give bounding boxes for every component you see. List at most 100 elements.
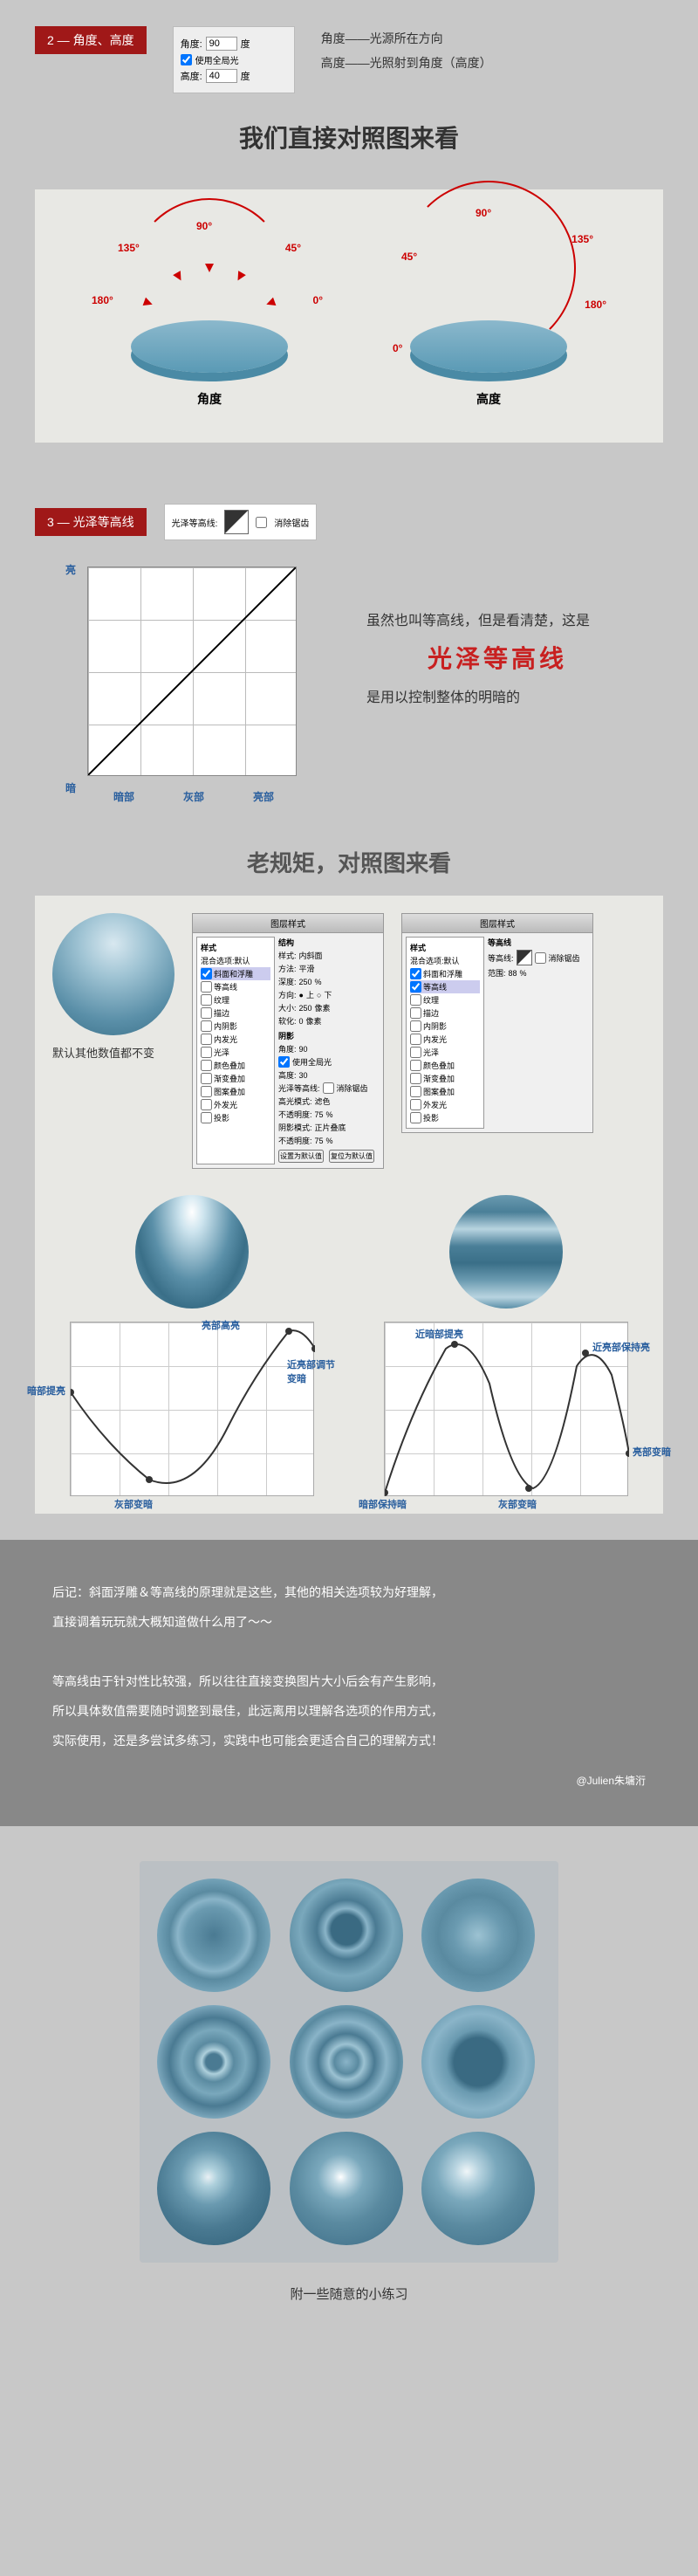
angle-0: 0° xyxy=(313,294,323,306)
final-section: 附一些随意的小练习 xyxy=(0,1826,698,2338)
footer-p4: 所以具体数值需要随时调整到最佳，此远离用以理解各选项的作用方式， xyxy=(52,1699,646,1723)
diagram-height-caption: 高度 xyxy=(476,390,501,408)
height-input[interactable] xyxy=(206,69,237,83)
list-item[interactable]: 外发光 xyxy=(410,1098,480,1111)
list-item[interactable]: 描边 xyxy=(201,1006,270,1020)
footer-p1: 后记：斜面浮雕＆等高线的原理就是这些，其他的相关选项较为好理解， xyxy=(52,1580,646,1604)
dialog-title: 图层样式 xyxy=(193,914,383,933)
diagram-angle-caption: 角度 xyxy=(197,390,222,408)
section-contour: 3 — 光泽等高线 光泽等高线: 消除锯齿 亮 暗 暗部 灰部 亮部 虽然也叫等… xyxy=(0,477,698,820)
list-item[interactable]: 纹理 xyxy=(201,993,270,1006)
list-item[interactable]: 混合选项:默认 xyxy=(201,954,270,967)
knob xyxy=(157,1879,270,1992)
knob xyxy=(157,2132,270,2245)
angle-height-panel: 角度: 度 使用全局光 高度: 度 xyxy=(173,26,295,93)
contour-chart xyxy=(87,567,297,776)
sphere-default xyxy=(52,913,174,1035)
anno: 近亮部保持亮 xyxy=(592,1340,662,1354)
global-light-label: 使用全局光 xyxy=(195,53,239,66)
list-item[interactable]: 描边 xyxy=(410,1006,480,1020)
angle-90: 90° xyxy=(196,220,212,232)
curve-example-b: 暗部保持暗 近暗部提亮 灰部变暗 近亮部保持亮 亮部变暗 xyxy=(366,1195,646,1496)
anno: 亮部变暗 xyxy=(633,1445,671,1459)
diagram-panel: 0° 45° 90° 135° 180° 角度 0° 45° 90° 135° … xyxy=(35,189,663,443)
contour-label: 光泽等高线: xyxy=(172,516,218,529)
list-item[interactable]: 外发光 xyxy=(201,1098,270,1111)
list-item[interactable]: 等高线 xyxy=(410,980,480,993)
knob xyxy=(157,2005,270,2119)
height-label: 高度: xyxy=(181,69,202,83)
final-caption: 附一些随意的小练习 xyxy=(35,2284,663,2303)
footer-p3: 等高线由于针对性比较强，所以往往直接变换图片大小后会有产生影响， xyxy=(52,1669,646,1693)
angle-45: 45° xyxy=(285,242,301,254)
contour-heading: 等高线 xyxy=(488,937,589,948)
badge-section-3: 3 — 光泽等高线 xyxy=(35,508,147,536)
shade-heading: 阴影 xyxy=(278,1030,380,1041)
contour-picker-icon[interactable] xyxy=(224,510,249,534)
angle-180: 180° xyxy=(92,294,113,306)
diagram-height: 0° 45° 90° 135° 180° 高度 xyxy=(375,216,602,408)
anno: 近暗部提亮 xyxy=(415,1327,463,1341)
curve-chart-b: 暗部保持暗 近暗部提亮 灰部变暗 近亮部保持亮 亮部变暗 xyxy=(384,1322,628,1496)
list-item[interactable]: 渐变叠加 xyxy=(410,1072,480,1085)
anno: 灰部变暗 xyxy=(114,1497,153,1511)
attribution: @Julien朱墉洐 xyxy=(52,1770,646,1791)
list-item[interactable]: 投影 xyxy=(410,1111,480,1124)
list-item[interactable]: 斜面和浮雕 xyxy=(410,967,480,980)
note-height: 高度——光照射到角度（高度） xyxy=(321,51,492,75)
struct-heading: 结构 xyxy=(278,937,380,948)
axis-y-top: 亮 xyxy=(65,562,76,577)
angle-135: 135° xyxy=(118,242,140,254)
footer-p5: 实际使用，还是多尝试多练习，实践中也可能会更适合自己的理解方式！ xyxy=(52,1728,646,1753)
contour-emphasis: 光泽等高线 xyxy=(366,640,628,675)
angle-input[interactable] xyxy=(206,37,237,51)
list-item[interactable]: 内发光 xyxy=(410,1033,480,1046)
list-item[interactable]: 光泽 xyxy=(201,1046,270,1059)
list-item[interactable]: 图案叠加 xyxy=(201,1085,270,1098)
dialog-left-title: 样式 xyxy=(201,941,270,954)
anno: 近亮部调节变暗 xyxy=(287,1357,339,1385)
list-item[interactable]: 颜色叠加 xyxy=(201,1059,270,1072)
list-item[interactable]: 图案叠加 xyxy=(410,1085,480,1098)
list-item[interactable]: 内发光 xyxy=(201,1033,270,1046)
contour-text2: 是用以控制整体的明暗的 xyxy=(366,685,628,706)
btn-set-default[interactable]: 设置为默认值 xyxy=(278,1150,324,1163)
list-item[interactable]: 光泽 xyxy=(410,1046,480,1059)
contour-text1: 虽然也叫等高线，但是看清楚，这是 xyxy=(366,608,628,629)
list-item[interactable]: 斜面和浮雕 xyxy=(201,967,270,980)
list-item[interactable]: 内阴影 xyxy=(201,1020,270,1033)
badge-section-2: 2 — 角度、高度 xyxy=(35,26,147,54)
footer-notes: 后记：斜面浮雕＆等高线的原理就是这些，其他的相关选项较为好理解， 直接调着玩玩就… xyxy=(0,1540,698,1826)
anno: 暗部提亮 xyxy=(27,1384,65,1398)
knob-grid xyxy=(140,1861,558,2263)
dialog-style-list-2: 样式 混合选项:默认 斜面和浮雕 等高线 纹理 描边 内阴影 内发光 光泽 颜色… xyxy=(406,937,484,1129)
antialias-checkbox[interactable] xyxy=(256,517,267,528)
sphere-b xyxy=(449,1195,563,1309)
contour-text: 虽然也叫等高线，但是看清楚，这是 光泽等高线 是用以控制整体的明暗的 xyxy=(366,567,628,713)
knob xyxy=(421,2132,535,2245)
height-90: 90° xyxy=(476,207,491,219)
dialog-title-2: 图层样式 xyxy=(402,914,592,933)
list-item[interactable]: 纹理 xyxy=(410,993,480,1006)
footer-p2: 直接调着玩玩就大概知道做什么用了～～ xyxy=(52,1610,646,1634)
btn-reset-default[interactable]: 复位为默认值 xyxy=(329,1150,374,1163)
knob xyxy=(290,1879,403,1992)
list-item[interactable]: 内阴影 xyxy=(410,1020,480,1033)
sphere-a xyxy=(135,1195,249,1309)
global-light-checkbox[interactable] xyxy=(181,54,192,65)
list-item[interactable]: 渐变叠加 xyxy=(201,1072,270,1085)
anno: 亮部高亮 xyxy=(202,1318,240,1332)
list-item[interactable]: 混合选项:默认 xyxy=(410,954,480,967)
notes: 角度——光源所在方向 高度——光照射到角度（高度） xyxy=(321,26,492,75)
angle-unit: 度 xyxy=(241,37,250,51)
height-135: 135° xyxy=(571,233,593,245)
layer-style-dialog-2: 图层样式 样式 混合选项:默认 斜面和浮雕 等高线 纹理 描边 内阴影 内发光 … xyxy=(401,913,593,1133)
axis-x2: 灰部 xyxy=(183,789,204,804)
list-item[interactable]: 等高线 xyxy=(201,980,270,993)
list-item[interactable]: 颜色叠加 xyxy=(410,1059,480,1072)
knob xyxy=(421,1879,535,1992)
height-unit: 度 xyxy=(241,69,250,83)
curve-chart-a: 暗部提亮 灰部变暗 亮部高亮 近亮部调节变暗 xyxy=(70,1322,314,1496)
note-angle: 角度——光源所在方向 xyxy=(321,26,492,51)
list-item[interactable]: 投影 xyxy=(201,1111,270,1124)
